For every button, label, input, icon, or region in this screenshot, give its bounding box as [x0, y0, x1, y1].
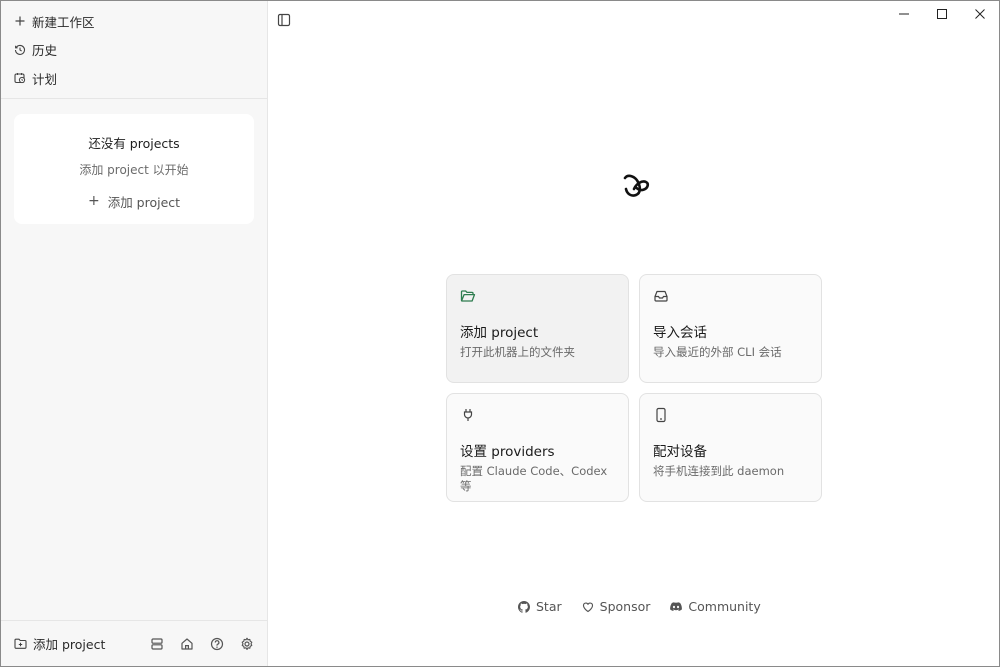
- card-title: 导入会话: [653, 325, 707, 341]
- nav-label: 计划: [32, 71, 58, 87]
- link-label: Sponsor: [599, 599, 651, 614]
- new-workspace-button[interactable]: 新建工作区: [1, 7, 267, 36]
- app-logo-icon: [616, 167, 654, 205]
- setup-providers-card[interactable]: 设置 providers 配置 Claude Code、Codex 等: [446, 393, 629, 502]
- plus-icon: [14, 15, 26, 27]
- home-icon[interactable]: [179, 636, 195, 652]
- history-button[interactable]: 历史: [1, 36, 267, 65]
- heart-icon: [582, 601, 594, 613]
- close-icon: [975, 4, 985, 23]
- discord-icon: [670, 601, 683, 613]
- app-window: 新建工作区 历史 计划 还没有 projects 添加 project 以开始 …: [0, 0, 1000, 667]
- window-controls: [885, 1, 999, 25]
- card-title: 添加 project: [460, 325, 539, 341]
- divider: [1, 97, 267, 99]
- footer-add-project-button[interactable]: 添加 project: [14, 634, 105, 653]
- card-description: 打开此机器上的文件夹: [460, 345, 575, 359]
- help-icon[interactable]: [209, 636, 225, 652]
- pair-device-card[interactable]: 配对设备 将手机连接到此 daemon: [639, 393, 822, 502]
- empty-title: 还没有 projects: [88, 135, 180, 151]
- card-description: 配置 Claude Code、Codex 等: [460, 464, 608, 493]
- phone-icon: [653, 407, 669, 423]
- card-description: 导入最近的外部 CLI 会话: [653, 345, 782, 359]
- add-project-card[interactable]: 添加 project 打开此机器上的文件夹: [446, 274, 629, 383]
- empty-projects-card: 还没有 projects 添加 project 以开始 + 添加 project: [14, 113, 254, 224]
- plans-button[interactable]: 计划: [1, 64, 267, 93]
- plus-icon: +: [87, 193, 100, 209]
- card-description: 将手机连接到此 daemon: [653, 464, 785, 478]
- sponsor-link[interactable]: Sponsor: [582, 599, 651, 614]
- sidebar-footer: 添加 project: [1, 620, 267, 666]
- folder-plus-icon: [14, 637, 27, 650]
- quick-actions-grid: 添加 project 打开此机器上的文件夹 导入会话 导入最近的外部 CLI 会…: [446, 274, 822, 502]
- add-project-link[interactable]: + 添加 project: [88, 192, 180, 211]
- minimize-icon: [899, 4, 909, 23]
- sidebar: 新建工作区 历史 计划 还没有 projects 添加 project 以开始 …: [1, 1, 268, 666]
- community-link[interactable]: Community: [670, 599, 761, 614]
- star-link[interactable]: Star: [518, 599, 562, 614]
- inbox-icon: [653, 288, 669, 304]
- footer-icons: [149, 636, 255, 652]
- main-area: 添加 project 打开此机器上的文件夹 导入会话 导入最近的外部 CLI 会…: [268, 1, 999, 666]
- footer-links: Star Sponsor Community: [518, 599, 761, 614]
- close-button[interactable]: [961, 1, 999, 25]
- link-label: Community: [688, 599, 761, 614]
- card-title: 配对设备: [653, 444, 707, 460]
- empty-subtitle: 添加 project 以开始: [79, 162, 189, 177]
- footer-add-label: 添加 project: [33, 637, 106, 652]
- layout-rows-icon[interactable]: [149, 636, 165, 652]
- sidebar-toggle-icon[interactable]: [277, 13, 293, 29]
- github-icon: [518, 600, 530, 613]
- history-icon: [14, 44, 26, 56]
- import-session-card[interactable]: 导入会话 导入最近的外部 CLI 会话: [639, 274, 822, 383]
- minimize-button[interactable]: [885, 1, 923, 25]
- nav-label: 历史: [32, 43, 58, 59]
- card-title: 设置 providers: [460, 444, 555, 460]
- link-label: Star: [536, 599, 562, 614]
- folder-open-icon: [460, 288, 476, 304]
- add-project-label: 添加 project: [107, 194, 181, 210]
- plug-icon: [460, 407, 476, 423]
- maximize-icon: [937, 4, 947, 23]
- maximize-button[interactable]: [923, 1, 961, 25]
- sidebar-nav: 新建工作区 历史 计划: [1, 1, 267, 93]
- nav-label: 新建工作区: [32, 14, 95, 30]
- calendar-clock-icon: [14, 72, 26, 84]
- settings-icon[interactable]: [239, 636, 255, 652]
